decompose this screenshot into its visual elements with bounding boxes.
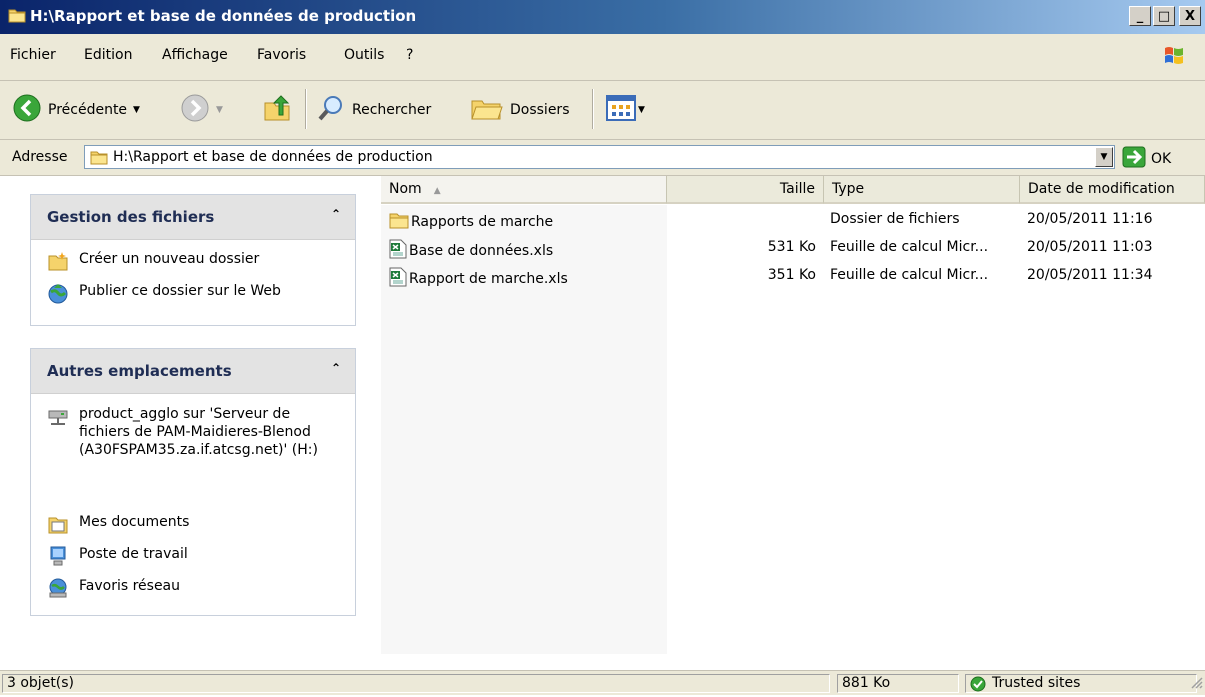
- other-places-panel: Autres emplacements ⌃ product_agglo sur …: [30, 348, 356, 616]
- status-total-size: 881 Ko: [837, 674, 959, 693]
- folder-icon: [8, 7, 26, 27]
- place-my-documents[interactable]: Mes documents: [47, 513, 189, 535]
- file-date: 20/05/2011 11:03: [1027, 239, 1153, 255]
- file-type: Dossier de fichiers: [830, 211, 960, 227]
- menu-fichier[interactable]: Fichier: [10, 47, 56, 63]
- file-tasks-panel: Gestion des fichiers ⌃ Créer un nouveau …: [30, 194, 356, 326]
- address-input[interactable]: H:\Rapport et base de données de product…: [84, 145, 1115, 169]
- panel-title: Gestion des fichiers: [47, 208, 215, 226]
- status-bar: 3 objet(s) 881 Ko Trusted sites: [0, 670, 1205, 695]
- panel-title: Autres emplacements: [47, 362, 232, 380]
- zone-label: Trusted sites: [992, 675, 1081, 691]
- folder-icon: [90, 149, 108, 169]
- view-grid-icon: [606, 94, 636, 126]
- file-date: 20/05/2011 11:34: [1027, 267, 1153, 283]
- task-publish-web[interactable]: Publier ce dossier sur le Web: [47, 282, 281, 304]
- table-row[interactable]: Rapport de marche.xls 351 Ko Feuille de …: [381, 262, 1205, 290]
- column-header-size[interactable]: Taille: [667, 176, 824, 204]
- menu-help[interactable]: ?: [406, 47, 413, 63]
- column-headers: Nom ▲ Taille Type Date de modification: [381, 176, 1205, 204]
- menu-affichage[interactable]: Affichage: [162, 47, 228, 63]
- panel-header[interactable]: Gestion des fichiers ⌃: [31, 195, 355, 240]
- address-value: H:\Rapport et base de données de product…: [113, 149, 433, 165]
- sort-ascending-icon: ▲: [433, 186, 441, 196]
- minimize-button[interactable]: _: [1129, 6, 1151, 26]
- column-header-name[interactable]: Nom ▲: [381, 176, 667, 204]
- file-name: Rapport de marche.xls: [409, 271, 568, 287]
- address-bar: Adresse H:\Rapport et base de données de…: [0, 140, 1205, 176]
- up-folder-icon: [262, 93, 292, 127]
- back-arrow-icon: [12, 93, 42, 127]
- go-label: OK: [1151, 151, 1172, 167]
- go-arrow-icon: [1122, 146, 1146, 172]
- chevron-down-icon[interactable]: ▼: [638, 105, 645, 115]
- windows-logo-icon: [1163, 44, 1185, 70]
- collapse-chevron-icon[interactable]: ⌃: [331, 361, 341, 375]
- resize-grip-icon[interactable]: [1189, 675, 1203, 693]
- back-button[interactable]: Précédente ▼: [12, 93, 140, 127]
- column-header-date[interactable]: Date de modification: [1020, 176, 1205, 204]
- search-icon: [316, 93, 346, 127]
- file-date: 20/05/2011 11:16: [1027, 211, 1153, 227]
- excel-file-icon: [389, 239, 407, 263]
- go-button[interactable]: OK: [1122, 146, 1171, 172]
- table-row[interactable]: Rapports de marche Dossier de fichiers 2…: [381, 206, 1205, 234]
- network-places-icon: [47, 577, 69, 599]
- file-type: Feuille de calcul Micr...: [830, 239, 989, 255]
- file-size: 351 Ko: [767, 267, 816, 283]
- file-name: Rapports de marche: [411, 214, 554, 230]
- window-title: H:\Rapport et base de données de product…: [30, 7, 417, 25]
- toolbar-separator: [592, 89, 594, 129]
- status-object-count: 3 objet(s): [2, 674, 830, 693]
- address-dropdown-button[interactable]: ▼: [1095, 147, 1113, 167]
- my-computer-icon: [47, 545, 69, 567]
- folders-icon: [470, 93, 504, 127]
- close-button[interactable]: X: [1179, 6, 1201, 26]
- title-bar[interactable]: H:\Rapport et base de données de product…: [0, 0, 1205, 34]
- panel-header[interactable]: Autres emplacements ⌃: [31, 349, 355, 394]
- folders-label: Dossiers: [510, 102, 570, 118]
- chevron-down-icon[interactable]: ▼: [133, 105, 140, 115]
- folder-icon: [389, 211, 409, 233]
- collapse-chevron-icon[interactable]: ⌃: [331, 207, 341, 221]
- chevron-down-icon[interactable]: ▼: [216, 105, 223, 115]
- menu-edition[interactable]: Edition: [84, 47, 132, 63]
- excel-file-icon: [389, 267, 407, 291]
- search-label: Rechercher: [352, 102, 432, 118]
- menu-outils[interactable]: Outils: [344, 47, 384, 63]
- column-header-type[interactable]: Type: [824, 176, 1020, 204]
- address-label: Adresse: [12, 149, 68, 165]
- up-folder-button[interactable]: [262, 93, 292, 127]
- menu-favoris[interactable]: Favoris: [257, 47, 306, 63]
- file-name: Base de données.xls: [409, 243, 554, 259]
- status-zone: Trusted sites: [965, 674, 1197, 693]
- task-pane: Gestion des fichiers ⌃ Créer un nouveau …: [8, 176, 380, 654]
- file-type: Feuille de calcul Micr...: [830, 267, 989, 283]
- back-label: Précédente: [48, 102, 128, 118]
- table-row[interactable]: Base de données.xls 531 Ko Feuille de ca…: [381, 234, 1205, 262]
- task-new-folder[interactable]: Créer un nouveau dossier: [47, 250, 259, 272]
- forward-arrow-icon: [180, 93, 210, 127]
- place-my-computer[interactable]: Poste de travail: [47, 545, 188, 567]
- my-documents-icon: [47, 513, 69, 535]
- menu-bar: Fichier Edition Affichage Favoris Outils…: [0, 34, 1205, 81]
- place-network-drive[interactable]: product_agglo sur 'Serveur de fichiers d…: [47, 405, 337, 459]
- publish-web-icon: [47, 282, 69, 304]
- network-drive-icon: [47, 405, 69, 427]
- toolbar-separator: [305, 89, 307, 129]
- file-list: Nom ▲ Taille Type Date de modification Ra…: [381, 176, 1205, 654]
- file-size: 531 Ko: [767, 239, 816, 255]
- folders-button[interactable]: Dossiers: [470, 93, 570, 127]
- toolbar: Précédente ▼ ▼ Rechercher Dossiers ▼: [0, 81, 1205, 140]
- maximize-button[interactable]: □: [1153, 6, 1175, 26]
- forward-button[interactable]: ▼: [180, 93, 223, 127]
- chevron-down-icon: ▼: [1100, 152, 1108, 162]
- new-folder-icon: [47, 250, 69, 272]
- place-network-places[interactable]: Favoris réseau: [47, 577, 180, 599]
- search-button[interactable]: Rechercher: [316, 93, 431, 127]
- views-button[interactable]: ▼: [606, 94, 645, 126]
